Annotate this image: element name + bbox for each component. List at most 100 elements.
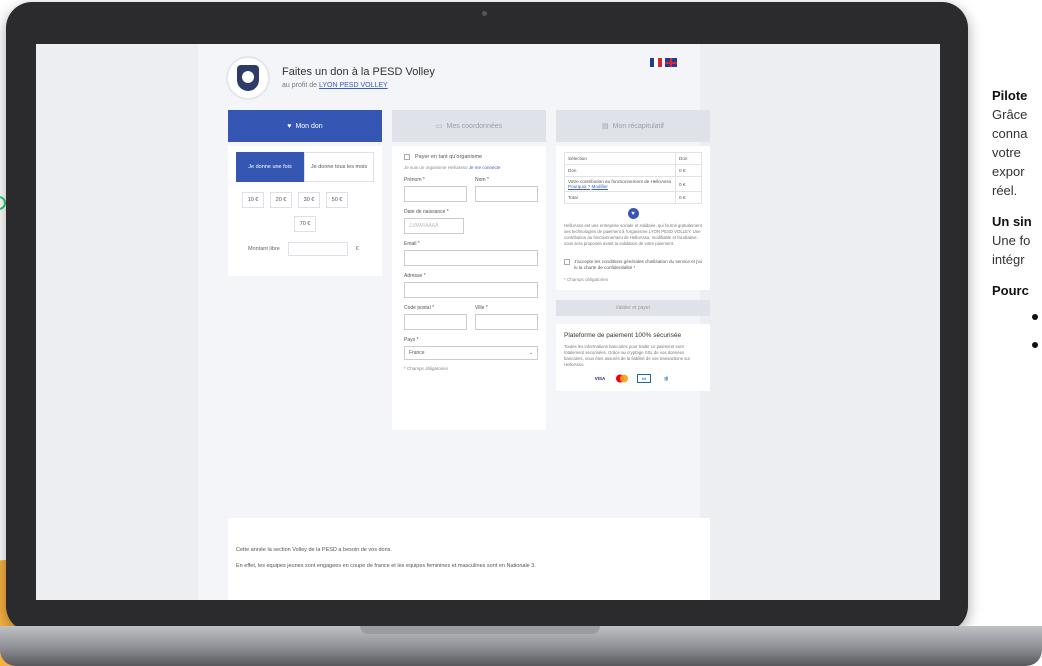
amount-option[interactable]: 50 € bbox=[326, 192, 348, 208]
donation-page: Faites un don à la PESD Volley au profit… bbox=[198, 44, 710, 600]
table-row: Total 0 € bbox=[564, 191, 702, 204]
tab-mes-coordonnees[interactable]: ▭ Mes coordonnées bbox=[392, 110, 546, 142]
list-item bbox=[992, 306, 1042, 334]
first-name-input[interactable] bbox=[404, 186, 467, 202]
helloasso-info: HelloAsso est une entreprise sociale et … bbox=[564, 223, 702, 246]
side-heading: Pourc bbox=[992, 283, 1029, 298]
secure-text: Toutes les informations bancaires pour t… bbox=[564, 344, 691, 367]
zip-city-fields: Code postal * Ville * bbox=[404, 298, 538, 330]
required-note: * Champs obligatoires bbox=[404, 366, 449, 371]
mastercard-icon bbox=[615, 374, 629, 383]
checkbox[interactable] bbox=[564, 259, 570, 265]
birth-input[interactable]: JJ/MM/AAAA bbox=[404, 218, 464, 234]
country-select[interactable]: France ⌄ bbox=[404, 346, 538, 360]
tab-label: Mon don bbox=[295, 122, 323, 130]
once-button[interactable]: Je donne une fois bbox=[236, 152, 304, 182]
first-name-label: Prénom * bbox=[404, 177, 425, 183]
why-link[interactable]: Pourquoi ? bbox=[568, 184, 590, 189]
list-item bbox=[992, 334, 1042, 362]
volleyball-icon bbox=[242, 71, 254, 83]
laptop-screen: Faites un don à la PESD Volley au profit… bbox=[36, 44, 940, 600]
country-label: Pays * bbox=[404, 337, 419, 343]
last-name-label: Nom * bbox=[475, 177, 489, 183]
side-heading: Un sin bbox=[992, 214, 1032, 229]
amount-options-row2: 70 € bbox=[228, 216, 382, 232]
email-input[interactable] bbox=[404, 250, 538, 266]
tab-label: Mon récapitulatif bbox=[612, 122, 664, 130]
side-line: expor bbox=[992, 164, 1025, 179]
table-cell: 0 € bbox=[675, 176, 702, 192]
contact-form: Payer en tant qu'organisme Je suis un or… bbox=[392, 146, 546, 430]
secure-title: Plateforme de paiement 100% sécurisée bbox=[564, 332, 682, 339]
free-amount-row: Montant libre € bbox=[248, 242, 382, 256]
secure-payment-box: Plateforme de paiement 100% sécurisée To… bbox=[556, 324, 710, 391]
mastercard-svg bbox=[616, 374, 628, 383]
checkbox-label: Payer en tant qu'organisme bbox=[415, 154, 483, 160]
free-amount-input[interactable] bbox=[287, 242, 348, 256]
birth-label: Date de naissance * bbox=[404, 209, 449, 215]
city-label: Ville * bbox=[475, 305, 488, 311]
side-line: intégr bbox=[992, 252, 1025, 267]
table-cell: Votre contribution au fonctionnement de … bbox=[564, 176, 676, 192]
frequency-selector: Je donne une fois Je donne tous les mois bbox=[236, 152, 374, 182]
currency-label: € bbox=[355, 246, 359, 252]
side-list bbox=[992, 306, 1042, 362]
tab-label: Mes coordonnées bbox=[446, 122, 503, 130]
heart-icon: ♥ bbox=[287, 122, 292, 130]
side-line: Grâce bbox=[992, 107, 1028, 122]
city-input[interactable] bbox=[475, 314, 538, 330]
heart-icon: ♥ bbox=[627, 208, 639, 219]
email-label: Email * bbox=[404, 241, 420, 247]
amount-option[interactable]: 70 € bbox=[294, 216, 316, 232]
side-heading: Pilote bbox=[992, 88, 1028, 103]
payment-cards: VISA ▭ ⇶ bbox=[564, 374, 702, 383]
recap-column: Sélection Don Don 0 € Votre contribution a… bbox=[556, 146, 710, 391]
name-fields: Prénom * Nom * bbox=[404, 170, 538, 202]
last-name-input[interactable] bbox=[475, 186, 538, 202]
table-cell: 0 € bbox=[675, 164, 702, 177]
page-title: Faites un don à la PESD Volley bbox=[282, 66, 435, 78]
tab-mon-don[interactable]: ♥ Mon don bbox=[228, 110, 382, 142]
table-cell: Total bbox=[564, 191, 676, 204]
laptop-base bbox=[0, 626, 1042, 666]
checkbox[interactable] bbox=[404, 154, 410, 160]
amount-option[interactable]: 20 € bbox=[270, 192, 292, 208]
description-line: Cette année la section Volley de la PESD… bbox=[236, 547, 392, 553]
laptop-notch bbox=[360, 626, 600, 634]
visa-icon: VISA bbox=[594, 376, 606, 381]
tab-mon-recapitulatif[interactable]: ▤ Mon récapitulatif bbox=[556, 110, 710, 142]
description-line: En effet, les equipes jeunes sont engage… bbox=[236, 563, 536, 569]
recap-table: Sélection Don Don 0 € Votre contribution a… bbox=[564, 152, 702, 204]
monthly-button[interactable]: Je donne tous les mois bbox=[304, 152, 374, 182]
amount-option[interactable]: 10 € bbox=[242, 192, 264, 208]
amount-option[interactable]: 30 € bbox=[298, 192, 320, 208]
organization-checkbox-row[interactable]: Payer en tant qu'organisme bbox=[404, 154, 538, 160]
country-value: France bbox=[409, 350, 425, 356]
edit-link[interactable]: Modifier bbox=[592, 184, 608, 189]
table-cell: Don bbox=[675, 152, 702, 165]
french-flag-icon[interactable] bbox=[650, 58, 662, 67]
uk-flag-icon[interactable] bbox=[665, 58, 677, 67]
club-logo bbox=[228, 58, 268, 98]
address-label: Adresse * bbox=[404, 273, 426, 279]
page-header: Faites un don à la PESD Volley au profit… bbox=[198, 44, 700, 112]
step-tabs: ♥ Mon don ▭ Mes coordonnées ▤ Mon récapi… bbox=[228, 110, 710, 142]
address-input[interactable] bbox=[404, 282, 538, 298]
side-line: votre bbox=[992, 145, 1021, 160]
donation-panel: Je donne une fois Je donne tous les mois… bbox=[228, 146, 382, 276]
side-line: conna bbox=[992, 126, 1028, 141]
list-icon: ▤ bbox=[602, 123, 609, 130]
page-subtitle: au profit de LYON PESD VOLLEY bbox=[282, 82, 388, 89]
amount-options: 10 € 20 € 30 € 50 € bbox=[242, 192, 374, 208]
organization-link[interactable]: LYON PESD VOLLEY bbox=[319, 82, 388, 89]
cgu-row[interactable]: J'accepte les conditions générales d'uti… bbox=[564, 259, 702, 271]
chevron-down-icon: ⌄ bbox=[528, 350, 533, 356]
cgu-label: J'accepte les conditions générales d'uti… bbox=[574, 259, 702, 270]
zip-input[interactable] bbox=[404, 314, 467, 330]
zip-label: Code postal * bbox=[404, 305, 435, 311]
validate-pay-button[interactable]: Valider et payer bbox=[556, 300, 710, 316]
recap-panel: Sélection Don Don 0 € Votre contribution a… bbox=[556, 146, 710, 290]
table-row: Don 0 € bbox=[564, 164, 702, 177]
table-row: Votre contribution au fonctionnement de … bbox=[564, 176, 702, 192]
id-card-icon: ▭ bbox=[435, 123, 443, 130]
